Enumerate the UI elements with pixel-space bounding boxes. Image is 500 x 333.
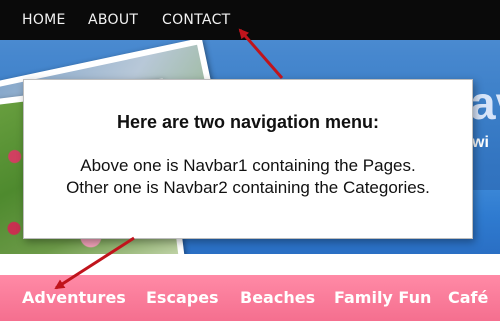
category-link-cafe[interactable]: Café — [448, 288, 488, 307]
category-link-beaches[interactable]: Beaches — [240, 288, 315, 307]
callout-line-navbar2: Other one is Navbar2 containing the Cate… — [66, 178, 430, 197]
nav-link-home[interactable]: HOME — [22, 12, 66, 28]
category-link-family-fun[interactable]: Family Fun — [334, 288, 431, 307]
category-link-escapes[interactable]: Escapes — [146, 288, 219, 307]
callout-line-navbar1: Above one is Navbar1 containing the Page… — [80, 156, 416, 175]
site-tagline-fragment: wi — [472, 134, 489, 151]
site-title-fragment: av — [470, 77, 500, 129]
callout-title: Here are two navigation menu: — [116, 112, 380, 132]
page-below — [0, 321, 500, 333]
nav-link-contact[interactable]: CONTACT — [162, 12, 231, 28]
navbar1-pages: HOME ABOUT CONTACT — [0, 0, 500, 40]
navbar2-categories: Adventures Escapes Beaches Family Fun Ca… — [0, 275, 500, 321]
annotation-callout: Here are two navigation menu: Above one … — [23, 79, 473, 239]
category-link-adventures[interactable]: Adventures — [22, 288, 126, 307]
nav-link-about[interactable]: ABOUT — [88, 12, 138, 28]
